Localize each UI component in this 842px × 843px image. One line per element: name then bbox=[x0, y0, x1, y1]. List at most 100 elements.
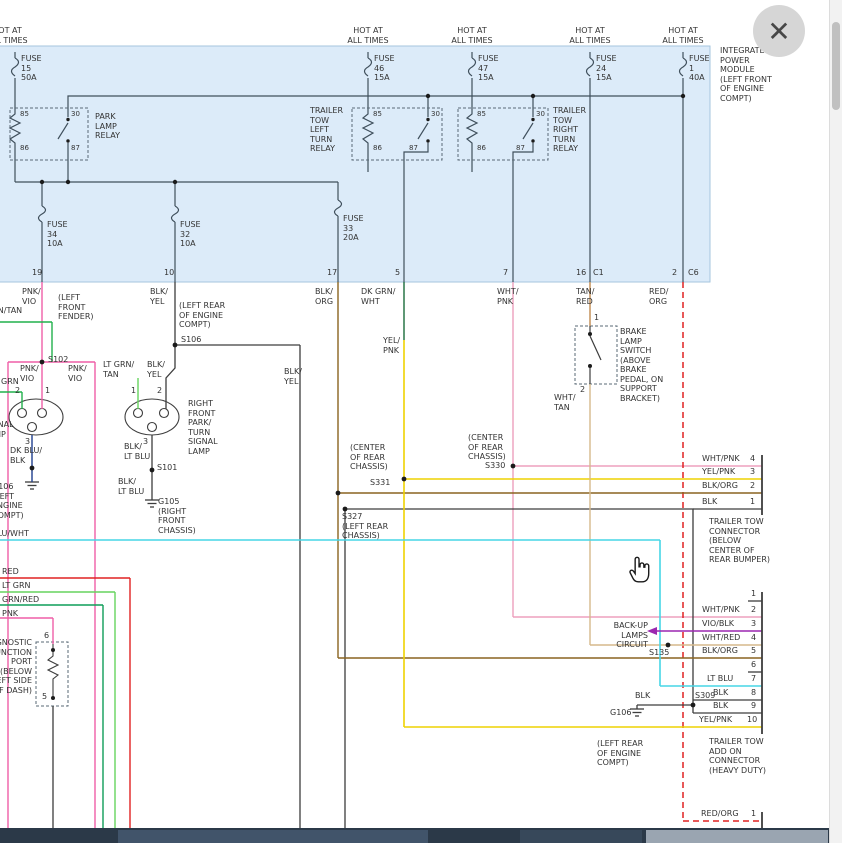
c2-row-label: WHT/RED bbox=[702, 633, 740, 643]
fuse-32-label: FUSE 32 10A bbox=[180, 220, 201, 249]
wire-label-pnk-vio-3: PNK/ VIO bbox=[68, 364, 87, 383]
s106-location-label: (LEFT REAR OF ENGINE COMPT) bbox=[179, 301, 225, 330]
close-button[interactable]: ✕ bbox=[753, 5, 805, 57]
c2-row-pin: 4 bbox=[751, 633, 756, 643]
close-icon: ✕ bbox=[767, 15, 790, 48]
g106-label: G106 bbox=[610, 708, 631, 718]
wire-label-blk-lt-blu: BLK/ LT BLU bbox=[124, 442, 150, 461]
c1-row-label: YEL/PNK bbox=[702, 467, 735, 477]
left-front-fender-label: (LEFT FRONT FENDER) bbox=[58, 293, 94, 322]
fuse-34-label: FUSE 34 10A bbox=[47, 220, 68, 249]
g105-label: G105 (RIGHT FRONT CHASSIS) bbox=[158, 497, 196, 535]
bottom-row-label: RED/ORG bbox=[701, 809, 739, 819]
brake-switch-pin-1: 1 bbox=[594, 313, 599, 323]
relay3-pin-30: 30 bbox=[536, 110, 545, 118]
bottom-bar-segment bbox=[520, 830, 642, 843]
c1-row-label: BLK/ORG bbox=[702, 481, 738, 491]
diag-port-pin-5: 5 bbox=[42, 692, 47, 702]
wire-label-dk-blu-blk: DK BLU/ BLK bbox=[10, 446, 42, 465]
wire-label-lt-grn-tan: LT GRN/ TAN bbox=[103, 360, 134, 379]
wire-label-red: RED bbox=[2, 567, 19, 577]
relay3-pin-86: 86 bbox=[477, 144, 486, 152]
relay2-pin-30: 30 bbox=[431, 110, 440, 118]
bottom-bar-segment bbox=[118, 830, 428, 843]
relay2-pin-86: 86 bbox=[373, 144, 382, 152]
diag-port-pin-6: 6 bbox=[44, 631, 49, 641]
s330-label: S330 bbox=[485, 461, 505, 471]
s135-label: S135 bbox=[649, 648, 669, 658]
s330-location-label: (CENTER OF REAR CHASSIS) bbox=[468, 433, 506, 462]
left-lamp-connector bbox=[9, 399, 63, 435]
c2-row-pin: 10 bbox=[747, 715, 757, 725]
module-pin-c1: C1 bbox=[593, 268, 604, 278]
park-lamp-relay-label: PARK LAMP RELAY bbox=[95, 112, 120, 141]
fuse-33-label: FUSE 33 20A bbox=[343, 214, 364, 243]
s331-location-label: (CENTER OF REAR CHASSIS) bbox=[350, 443, 388, 472]
ground-symbols bbox=[25, 482, 644, 716]
wire-label-red-org: RED/ ORG bbox=[649, 287, 668, 306]
wire-blk-org bbox=[338, 282, 762, 658]
bottom-bar-segment bbox=[646, 830, 828, 843]
s101-label: S101 bbox=[157, 463, 177, 473]
wire-label-blk-yel-2: BLK/ YEL bbox=[147, 360, 165, 379]
wire-label-grn-red: GRN/RED bbox=[2, 595, 39, 605]
wire-label-wht-tan: WHT/ TAN bbox=[554, 393, 576, 412]
module-pin-2: 2 bbox=[672, 268, 677, 278]
c2-row-label: BLK/ORG bbox=[702, 646, 738, 656]
c2-row-pin: 1 bbox=[751, 589, 756, 599]
vertical-scrollbar[interactable] bbox=[829, 0, 842, 843]
c2-row-pin: 6 bbox=[751, 660, 756, 670]
wire-label-pnk-vio-2: PNK/ VIO bbox=[20, 364, 39, 383]
wire-label-pnk: PNK bbox=[2, 609, 18, 619]
bottom-row-pin: 1 bbox=[751, 809, 756, 819]
module-pin-7: 7 bbox=[503, 268, 508, 278]
right-lamp-connector bbox=[125, 399, 179, 435]
right-lamp-pin-2: 2 bbox=[157, 386, 162, 396]
relay3-pin-87: 87 bbox=[516, 144, 525, 152]
module-pin-5: 5 bbox=[395, 268, 400, 278]
c2-row-label: LT BLU bbox=[707, 674, 733, 684]
c2-row-pin: 3 bbox=[751, 619, 756, 629]
c1-row-label: BLK bbox=[702, 497, 717, 507]
brake-lamp-switch-box bbox=[575, 326, 617, 384]
fuse-47-label: FUSE 47 15A bbox=[478, 54, 499, 83]
wire-label-pnk-vio: PNK/ VIO bbox=[22, 287, 41, 306]
brake-switch-pin-2: 2 bbox=[580, 385, 585, 395]
hot-label-1: HOT AT ALL TIMES bbox=[0, 26, 32, 45]
backup-circuit-arrow bbox=[647, 627, 657, 635]
wire-label-blk-yel: BLK/ YEL bbox=[150, 287, 168, 306]
trailer-tow-right-relay-label: TRAILER TOW RIGHT TURN RELAY bbox=[553, 106, 586, 154]
relay2-pin-87: 87 bbox=[409, 144, 418, 152]
c2-row-label: YEL/PNK bbox=[699, 715, 732, 725]
module-pin-10: 10 bbox=[164, 268, 174, 278]
module-pin-19: 19 bbox=[32, 268, 42, 278]
trailer-tow-left-relay-label: TRAILER TOW LEFT TURN RELAY bbox=[310, 106, 343, 154]
left-front-lamp-label-clipped: SIGNAL LAMP bbox=[0, 420, 14, 439]
scrollbar-thumb[interactable] bbox=[832, 22, 840, 110]
wire-label-dk-grn-wht: DK GRN/ WHT bbox=[361, 287, 395, 306]
relay1-pin-86: 86 bbox=[20, 144, 29, 152]
wiring-diagram-viewer: HOT AT ALL TIMES HOT AT ALL TIMES HOT AT… bbox=[0, 0, 842, 843]
module-pin-16: 16 bbox=[576, 268, 586, 278]
c2-row-label: VIO/BLK bbox=[702, 619, 734, 629]
g106-location-label: (LEFT REAR OF ENGINE COMPT) bbox=[597, 739, 643, 768]
relay2-pin-85: 85 bbox=[373, 110, 382, 118]
c2-row-pin: 5 bbox=[751, 646, 756, 656]
c2-row-pin: 8 bbox=[751, 688, 756, 698]
relay1-pin-30: 30 bbox=[71, 110, 80, 118]
fuse-1-label: FUSE 1 40A bbox=[689, 54, 710, 83]
hot-label-5: HOT AT ALL TIMES bbox=[658, 26, 708, 45]
module-pin-17: 17 bbox=[327, 268, 337, 278]
c2-row-label: BLK bbox=[713, 688, 728, 698]
right-lamp-pin-1: 1 bbox=[131, 386, 136, 396]
relay1-pin-87: 87 bbox=[71, 144, 80, 152]
c2-row-label: BLK bbox=[713, 701, 728, 711]
c2-row-pin: 7 bbox=[751, 674, 756, 684]
left-lamp-pin-1: 1 bbox=[45, 386, 50, 396]
c1-row-pin: 3 bbox=[750, 467, 755, 477]
s102-label: S102 bbox=[48, 355, 68, 365]
wire-label-lt-grn: LT GRN bbox=[2, 581, 31, 591]
mouse-cursor-hand-icon bbox=[628, 556, 652, 584]
g106-left-label: G106 (LEFT ENGINE COMPT) bbox=[0, 482, 24, 520]
left-lamp-pin-2: 2 bbox=[15, 386, 20, 396]
